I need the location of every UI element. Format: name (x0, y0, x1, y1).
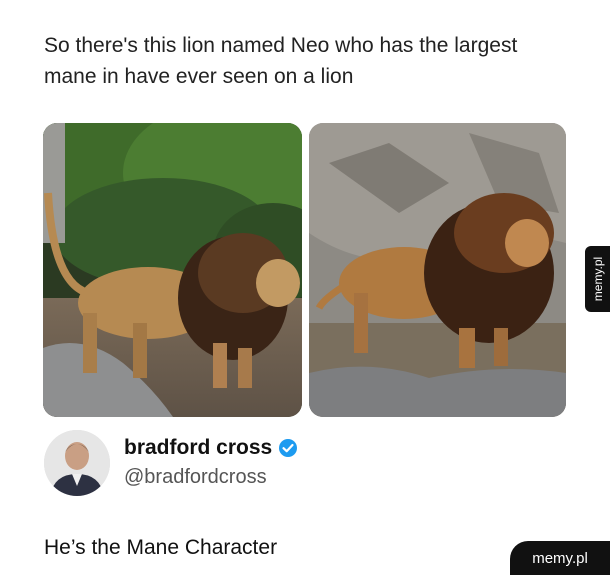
post-caption: So there's this lion named Neo who has t… (44, 34, 518, 88)
watermark-side-text: memy.pl (590, 256, 605, 302)
author-name-text[interactable]: bradford cross (124, 436, 272, 460)
lion-photo-right[interactable] (309, 123, 566, 417)
watermark-side: memy.pl (585, 246, 610, 312)
verified-badge-icon (278, 438, 298, 458)
author-name[interactable]: bradford cross (124, 436, 298, 460)
author-handle[interactable]: @bradfordcross (124, 466, 267, 489)
watermark-corner[interactable]: memy.pl (510, 541, 610, 575)
lion-photo-left-image (43, 123, 302, 417)
lion-photo-right-image (309, 123, 566, 417)
post-reply-text: He’s the Mane Character (44, 536, 278, 559)
author-avatar[interactable] (44, 430, 110, 496)
watermark-corner-text: memy.pl (532, 549, 588, 567)
author-avatar-image (44, 430, 110, 496)
lion-photo-left[interactable] (43, 123, 302, 417)
